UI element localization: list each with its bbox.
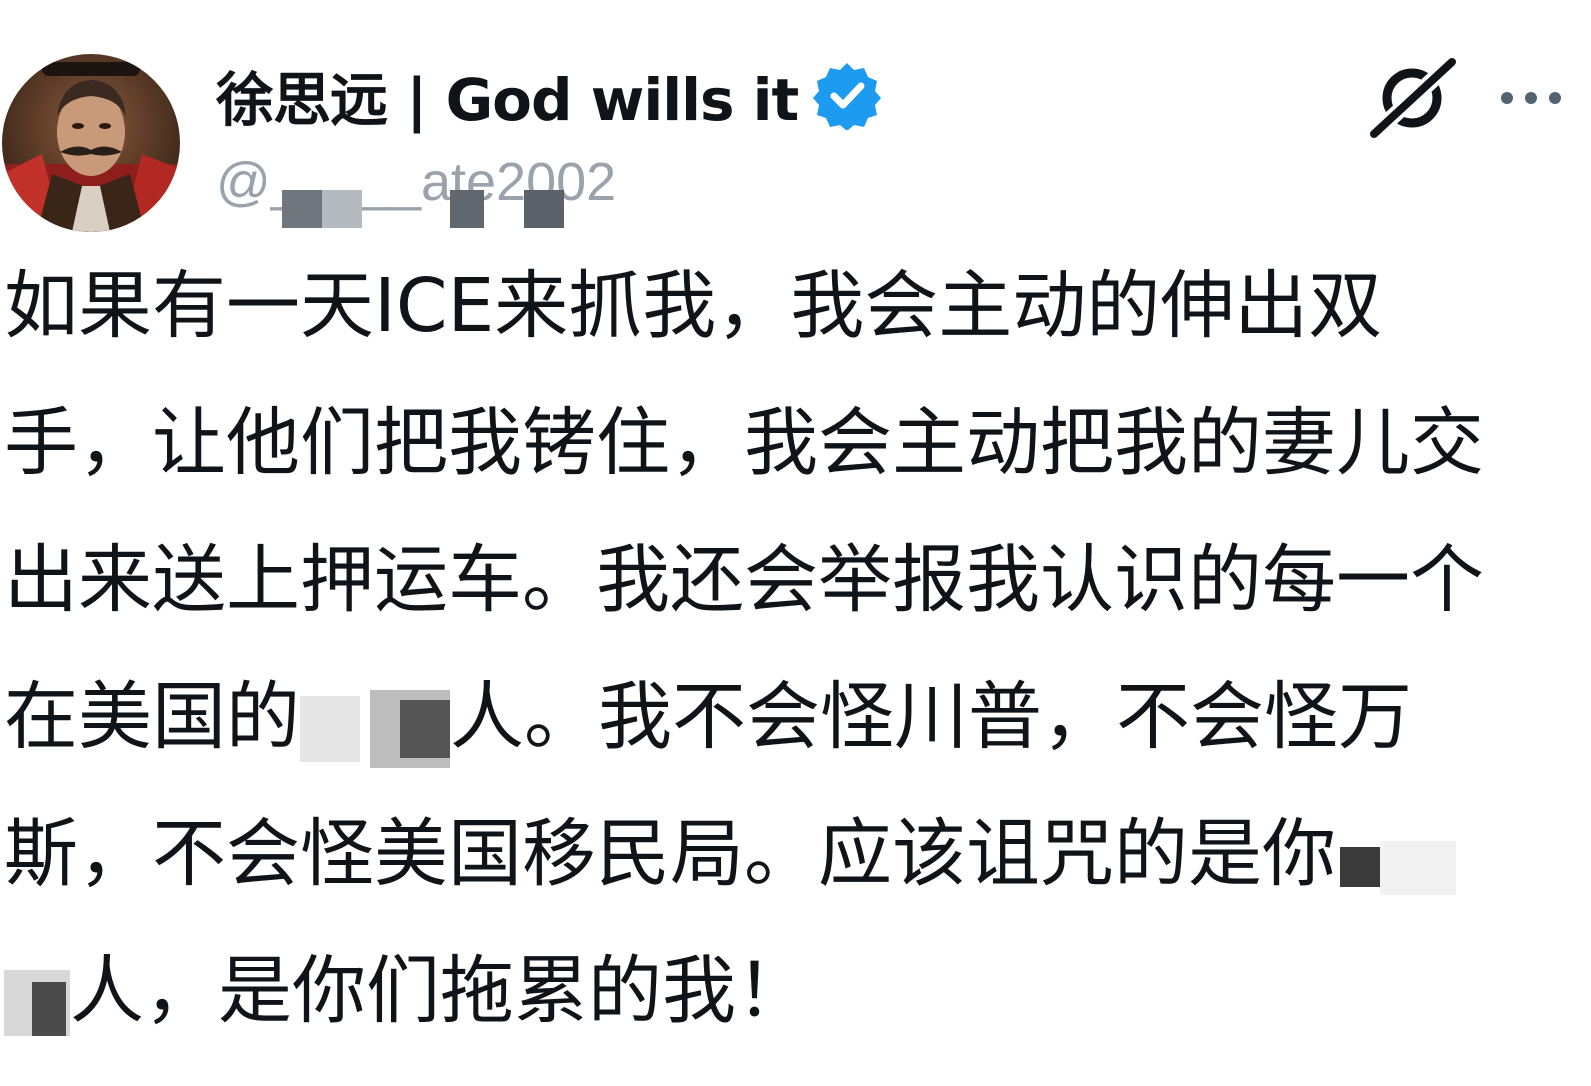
profile-avatar-image bbox=[2, 54, 180, 232]
tweet: 徐思远 | God wills it @_____ate2002 如果有一天IC… bbox=[0, 0, 1591, 1080]
redaction-block bbox=[4, 949, 70, 1037]
redaction-block bbox=[282, 190, 322, 228]
tweet-line: 在美国的 人。我不会怪川普，不会怪万 bbox=[4, 649, 1564, 786]
author-name-row: 徐思远 | God wills it bbox=[216, 58, 882, 134]
redaction-block bbox=[524, 190, 564, 228]
tweet-line: 出来送上押运车。我还会举报我认识的每一个 bbox=[4, 537, 1484, 623]
redaction-block bbox=[1336, 812, 1456, 896]
redaction-block bbox=[450, 190, 484, 228]
redaction-block bbox=[300, 675, 450, 769]
tweet-line: 如果有一天ICE来抓我，我会主动的伸出双 bbox=[4, 263, 1383, 349]
tweet-body: 如果有一天ICE来抓我，我会主动的伸出双 手，让他们把我铐住，我会主动把我的妻儿… bbox=[4, 238, 1564, 1060]
avatar[interactable] bbox=[2, 54, 180, 232]
tweet-line-part: 斯，不会怪美国移民局。应该诅咒的是你 bbox=[4, 811, 1336, 897]
tweet-line-part: 人，是你们拖累的我！ bbox=[70, 948, 810, 1034]
redaction-block bbox=[322, 190, 362, 228]
tweet-line-part: 在美国的 bbox=[4, 674, 300, 760]
tweet-line: 人，是你们拖累的我！ bbox=[4, 923, 1564, 1060]
tweet-line: 手，让他们把我铐住，我会主动把我的妻儿交 bbox=[4, 400, 1484, 486]
tweet-line: 斯，不会怪美国移民局。应该诅咒的是你 bbox=[4, 786, 1564, 923]
more-horizontal-icon[interactable] bbox=[1496, 78, 1566, 118]
tweet-line-part: 人。我不会怪川普，不会怪万 bbox=[450, 674, 1412, 760]
verified-badge-icon bbox=[812, 60, 882, 130]
display-name[interactable]: 徐思远 | God wills it bbox=[216, 53, 799, 137]
handle-redaction bbox=[282, 190, 582, 230]
grok-icon[interactable] bbox=[1366, 56, 1456, 140]
